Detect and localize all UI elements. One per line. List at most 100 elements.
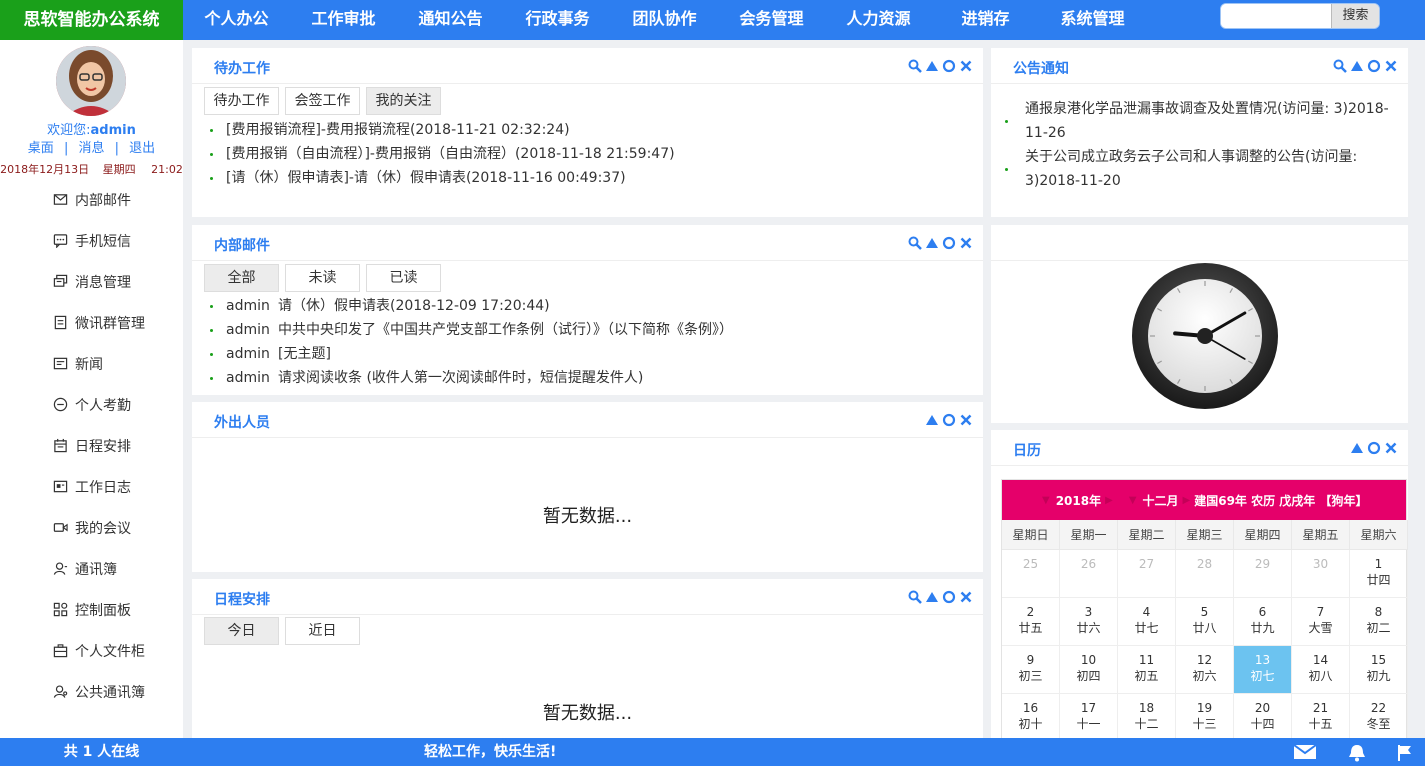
calendar-day[interactable]: 26 bbox=[1060, 550, 1118, 598]
nav-item[interactable]: 通知公告 bbox=[397, 0, 504, 40]
calendar-day[interactable]: 11 初五 bbox=[1118, 646, 1176, 694]
tab-todo[interactable]: 会签工作 bbox=[285, 87, 360, 115]
sidebar-item[interactable]: 公共通讯簿 bbox=[0, 671, 183, 712]
calendar-day[interactable]: 8 初二 bbox=[1350, 598, 1408, 646]
close-icon[interactable] bbox=[959, 590, 973, 604]
collapse-icon[interactable] bbox=[925, 236, 939, 250]
calendar-day[interactable]: 28 bbox=[1176, 550, 1234, 598]
sidebar-item[interactable]: 手机短信 bbox=[0, 220, 183, 261]
next-year-icon[interactable]: ▶ bbox=[1105, 495, 1113, 506]
close-icon[interactable] bbox=[959, 413, 973, 427]
mail-icon[interactable] bbox=[1293, 744, 1317, 760]
list-item[interactable]: [请（休）假申请表]-请（休）假申请表(2018-11-16 00:49:37) bbox=[210, 166, 675, 190]
sidebar-item[interactable]: 控制面板 bbox=[0, 589, 183, 630]
list-item[interactable]: admin 请（休）假申请表(2018-12-09 17:20:44) bbox=[210, 294, 733, 318]
close-icon[interactable] bbox=[1384, 441, 1398, 455]
calendar-day[interactable]: 5 廿八 bbox=[1176, 598, 1234, 646]
calendar-day[interactable]: 2 廿五 bbox=[1002, 598, 1060, 646]
messages-link[interactable]: 消息 bbox=[78, 141, 104, 156]
logout-link[interactable]: 退出 bbox=[129, 141, 155, 156]
calendar-day[interactable]: 20 十四 bbox=[1234, 694, 1292, 742]
notice-item-text[interactable]: 关于公司成立政务云子公司和人事调整的公告(访问量: 3)2018-11-20 bbox=[1025, 145, 1403, 193]
list-item[interactable]: admin 请求阅读收条 (收件人第一次阅读邮件时，短信提醒发件人) bbox=[210, 366, 733, 390]
calendar-day[interactable]: 29 bbox=[1234, 550, 1292, 598]
collapse-icon[interactable] bbox=[1350, 59, 1364, 73]
search-icon[interactable] bbox=[908, 236, 922, 250]
calendar-day[interactable]: 3 廿六 bbox=[1060, 598, 1118, 646]
list-item[interactable]: admin [无主题] bbox=[210, 342, 733, 366]
prev-year-icon[interactable]: ▼ bbox=[1042, 495, 1050, 506]
next-month-icon[interactable]: ▶ bbox=[1183, 495, 1191, 506]
notice-item[interactable]: 关于公司成立政务云子公司和人事调整的公告(访问量: 3)2018-11-20 bbox=[1005, 145, 1403, 193]
nav-item[interactable]: 进销存 bbox=[932, 0, 1039, 40]
refresh-icon[interactable] bbox=[942, 59, 956, 73]
calendar-day[interactable]: 25 bbox=[1002, 550, 1060, 598]
nav-item[interactable]: 行政事务 bbox=[504, 0, 611, 40]
sidebar-item[interactable]: 我的会议 bbox=[0, 507, 183, 548]
flag-icon[interactable] bbox=[1397, 744, 1413, 762]
tab-todo[interactable]: 我的关注 bbox=[366, 87, 441, 115]
calendar-day[interactable]: 7 大雪 bbox=[1292, 598, 1350, 646]
calendar-day[interactable]: 9 初三 bbox=[1002, 646, 1060, 694]
refresh-icon[interactable] bbox=[1367, 59, 1381, 73]
refresh-icon[interactable] bbox=[942, 236, 956, 250]
tab-schedule[interactable]: 今日 bbox=[204, 617, 279, 645]
calendar-day[interactable]: 6 廿九 bbox=[1234, 598, 1292, 646]
calendar-today[interactable]: 13 初七 bbox=[1234, 646, 1292, 694]
sidebar-item[interactable]: 个人文件柜 bbox=[0, 630, 183, 671]
nav-item[interactable]: 个人办公 bbox=[183, 0, 290, 40]
username[interactable]: admin bbox=[91, 123, 136, 138]
search-input[interactable] bbox=[1221, 4, 1331, 28]
notice-item-text[interactable]: 通报泉港化学品泄漏事故调查及处置情况(访问量: 3)2018-11-26 bbox=[1025, 97, 1403, 145]
sidebar-item[interactable]: 通讯簿 bbox=[0, 548, 183, 589]
list-item[interactable]: [费用报销（自由流程）]-费用报销（自由流程）(2018-11-18 21:59… bbox=[210, 142, 675, 166]
search-icon[interactable] bbox=[908, 590, 922, 604]
close-icon[interactable] bbox=[959, 236, 973, 250]
calendar-day[interactable]: 19 十三 bbox=[1176, 694, 1234, 742]
nav-item[interactable]: 团队协作 bbox=[611, 0, 718, 40]
calendar-day[interactable]: 17 十一 bbox=[1060, 694, 1118, 742]
calendar-month[interactable]: 十二月 bbox=[1143, 492, 1179, 509]
calendar-day[interactable]: 15 初九 bbox=[1350, 646, 1408, 694]
refresh-icon[interactable] bbox=[1367, 441, 1381, 455]
calendar-day[interactable]: 1 廿四 bbox=[1350, 550, 1408, 598]
sidebar-item[interactable]: 日程安排 bbox=[0, 425, 183, 466]
sidebar-item[interactable]: 消息管理 bbox=[0, 261, 183, 302]
calendar-day[interactable]: 18 十二 bbox=[1118, 694, 1176, 742]
collapse-icon[interactable] bbox=[1350, 441, 1364, 455]
desktop-link[interactable]: 桌面 bbox=[28, 141, 54, 156]
sidebar-item[interactable]: 新闻 bbox=[0, 343, 183, 384]
todo-item-text[interactable]: [费用报销流程]-费用报销流程(2018-11-21 02:32:24) bbox=[226, 122, 570, 138]
prev-month-icon[interactable]: ▼ bbox=[1129, 495, 1137, 506]
bell-icon[interactable] bbox=[1347, 744, 1367, 762]
calendar-day[interactable]: 27 bbox=[1118, 550, 1176, 598]
sidebar-item[interactable]: 工作日志 bbox=[0, 466, 183, 507]
list-item[interactable]: [费用报销流程]-费用报销流程(2018-11-21 02:32:24) bbox=[210, 118, 675, 142]
calendar-day[interactable]: 16 初十 bbox=[1002, 694, 1060, 742]
nav-item[interactable]: 系统管理 bbox=[1039, 0, 1146, 40]
nav-item[interactable]: 人力资源 bbox=[825, 0, 932, 40]
collapse-icon[interactable] bbox=[925, 59, 939, 73]
avatar[interactable] bbox=[56, 46, 126, 116]
search-icon[interactable] bbox=[1333, 59, 1347, 73]
calendar-day[interactable]: 10 初四 bbox=[1060, 646, 1118, 694]
tab-mail[interactable]: 已读 bbox=[366, 264, 441, 292]
refresh-icon[interactable] bbox=[942, 590, 956, 604]
tab-mail[interactable]: 全部 bbox=[204, 264, 279, 292]
tab-schedule[interactable]: 近日 bbox=[285, 617, 360, 645]
calendar-day[interactable]: 12 初六 bbox=[1176, 646, 1234, 694]
todo-item-text[interactable]: [费用报销（自由流程）]-费用报销（自由流程）(2018-11-18 21:59… bbox=[226, 146, 675, 162]
calendar-day[interactable]: 30 bbox=[1292, 550, 1350, 598]
refresh-icon[interactable] bbox=[942, 413, 956, 427]
tab-todo[interactable]: 待办工作 bbox=[204, 87, 279, 115]
calendar-day[interactable]: 21 十五 bbox=[1292, 694, 1350, 742]
mail-subject[interactable]: 中共中央印发了《中国共产党支部工作条例（试行）》（以下简称《条例》） bbox=[278, 322, 733, 338]
collapse-icon[interactable] bbox=[925, 413, 939, 427]
notice-item[interactable]: 通报泉港化学品泄漏事故调查及处置情况(访问量: 3)2018-11-26 bbox=[1005, 97, 1403, 145]
todo-item-text[interactable]: [请（休）假申请表]-请（休）假申请表(2018-11-16 00:49:37) bbox=[226, 170, 626, 186]
close-icon[interactable] bbox=[959, 59, 973, 73]
sidebar-item[interactable]: 内部邮件 bbox=[0, 179, 183, 220]
calendar-day[interactable]: 4 廿七 bbox=[1118, 598, 1176, 646]
mail-subject[interactable]: [无主题] bbox=[278, 346, 331, 362]
search-icon[interactable] bbox=[908, 59, 922, 73]
